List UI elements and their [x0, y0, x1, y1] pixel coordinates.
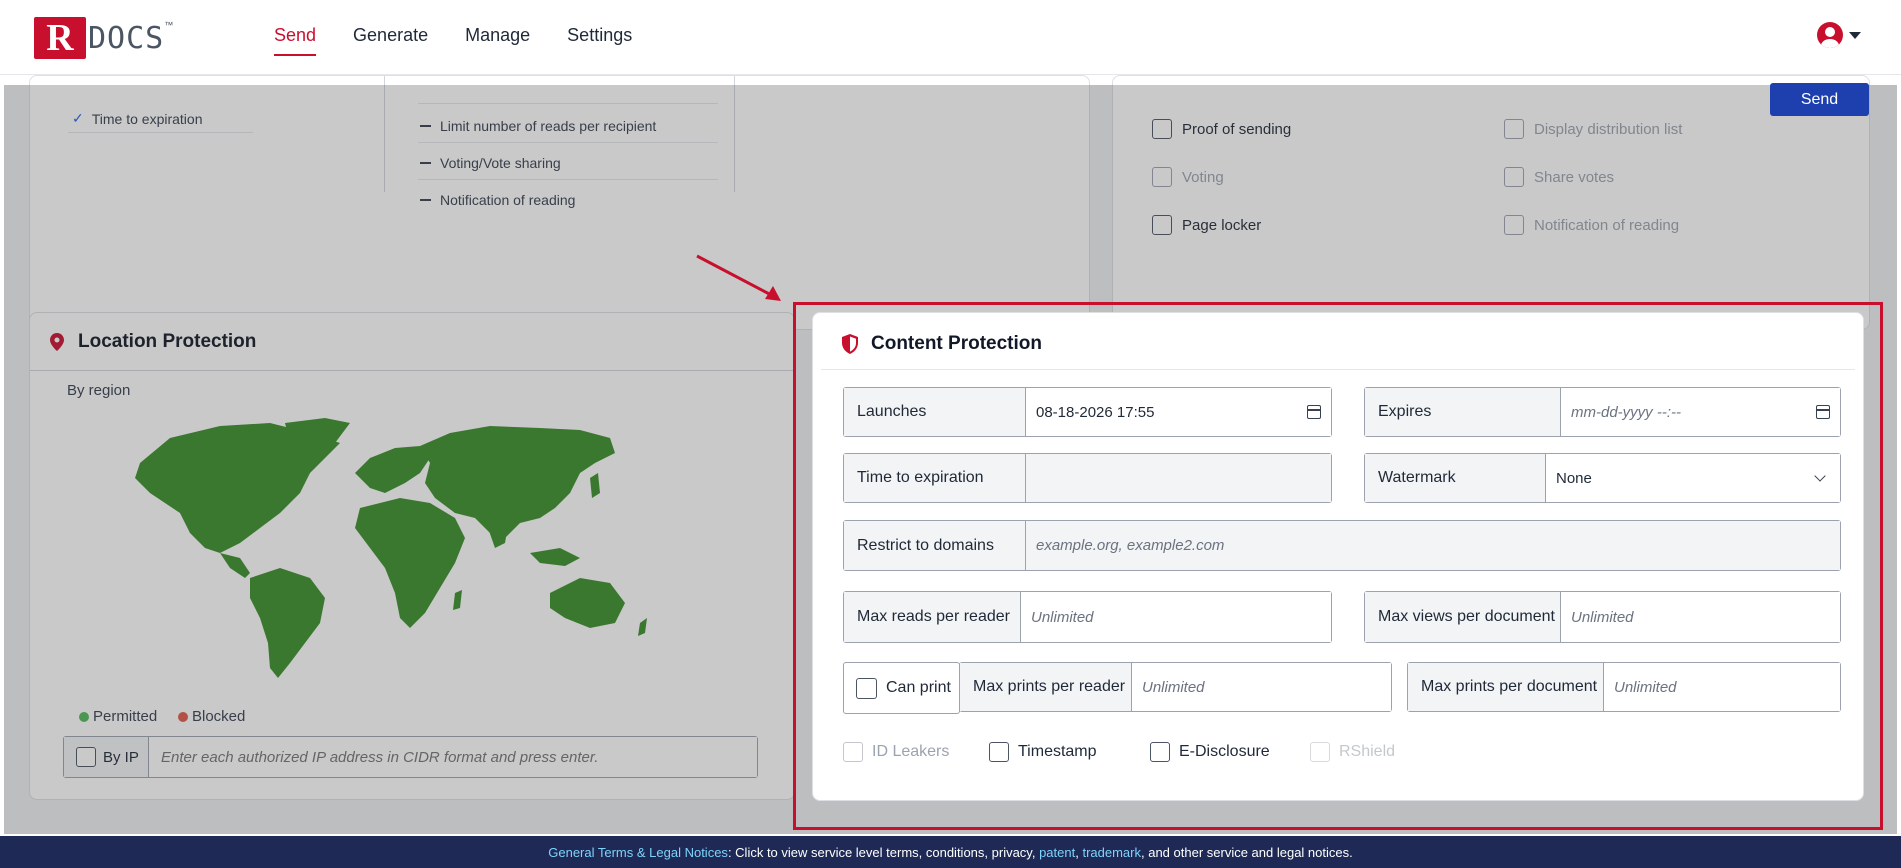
footer-text: : Click to view service level terms, con…: [727, 844, 1040, 860]
checkbox[interactable]: [1504, 119, 1524, 139]
by-ip-group: By IP: [63, 736, 758, 778]
user-menu[interactable]: [1817, 22, 1861, 48]
by-ip-toggle[interactable]: By IP: [64, 737, 149, 777]
feature-label: Notification of reading: [440, 192, 576, 208]
nav-manage[interactable]: Manage: [465, 25, 530, 56]
option-display-distribution-list[interactable]: Display distribution list: [1504, 119, 1682, 139]
map-india: [488, 513, 510, 548]
chevron-down-icon: [1849, 31, 1861, 39]
feature-time-to-expiration[interactable]: ✓ Time to expiration: [72, 110, 202, 127]
map-europe: [355, 446, 430, 493]
feature-notification[interactable]: Notification of reading: [420, 192, 575, 208]
divider: [418, 142, 718, 143]
patent-link[interactable]: patent: [1039, 845, 1075, 860]
legend-label: Permitted: [93, 708, 158, 725]
logo-r-mark: R: [34, 17, 86, 59]
option-label: Voting: [1182, 168, 1224, 186]
option-label: Notification of reading: [1534, 216, 1680, 234]
user-avatar-icon: [1817, 22, 1843, 48]
permitted-dot: [79, 711, 89, 722]
feature-label: Time to expiration: [91, 110, 203, 127]
feature-label: Limit number of reads per recipient: [440, 118, 657, 134]
by-ip-label: By IP: [103, 748, 139, 766]
feature-label: Voting/Vote sharing: [440, 155, 561, 171]
options-card: Proof of sending Voting Page locker Disp…: [1112, 75, 1870, 330]
map-japan: [590, 473, 600, 498]
map-australia: [550, 578, 625, 628]
footer-separator: ,: [1075, 844, 1083, 860]
checkmark-icon: ✓: [72, 110, 84, 126]
divider: [418, 103, 718, 104]
map-madagascar: [453, 590, 462, 610]
checkbox[interactable]: [1152, 167, 1172, 187]
map-new-zealand: [638, 618, 647, 636]
logo-trademark: ™: [164, 20, 174, 30]
card-title-text: Location Protection: [78, 331, 257, 352]
feature-voting[interactable]: Voting/Vote sharing: [420, 155, 561, 171]
world-map[interactable]: [110, 418, 655, 678]
nav-settings[interactable]: Settings: [567, 25, 632, 56]
minus-icon: [420, 162, 431, 164]
option-notification-of-reading[interactable]: Notification of reading: [1504, 215, 1679, 235]
feature-limit-reads[interactable]: Limit number of reads per recipient: [420, 118, 656, 134]
legal-footer: General Terms & Legal Notices : Click to…: [0, 836, 1901, 868]
terms-link[interactable]: General Terms & Legal Notices: [548, 845, 728, 860]
features-card: ✓ Time to expiration Limit number of rea…: [29, 75, 1090, 330]
send-button[interactable]: Send: [1770, 83, 1869, 116]
map-south-america: [250, 568, 325, 678]
option-proof-of-sending[interactable]: Proof of sending: [1152, 119, 1291, 139]
option-voting[interactable]: Voting: [1152, 167, 1224, 187]
by-region-label: By region: [67, 382, 131, 399]
location-protection-card: Location Protection By region Permitted …: [29, 312, 795, 800]
map-africa: [355, 498, 465, 628]
by-ip-checkbox[interactable]: [76, 747, 96, 767]
option-share-votes[interactable]: Share votes: [1504, 167, 1614, 187]
option-label: Display distribution list: [1534, 120, 1683, 138]
annotation-arrow-icon: [696, 254, 781, 301]
divider: [68, 132, 253, 133]
map-central-america: [220, 553, 250, 578]
divider: [418, 179, 718, 180]
divider: [384, 76, 385, 192]
checkbox[interactable]: [1504, 167, 1524, 187]
logo-wordmark: DOCS: [88, 20, 165, 56]
divider: [734, 76, 735, 192]
rdocs-logo[interactable]: R DOCS ™: [34, 16, 173, 60]
checkbox[interactable]: [1504, 215, 1524, 235]
map-pin-icon: [50, 333, 64, 351]
option-page-locker[interactable]: Page locker: [1152, 215, 1261, 235]
divider: [30, 370, 794, 371]
trademark-link[interactable]: trademark: [1082, 845, 1141, 860]
blocked-dot: [178, 711, 188, 722]
option-label: Proof of sending: [1182, 120, 1292, 138]
nav-send[interactable]: Send: [274, 25, 317, 56]
top-navbar: R DOCS ™ Send Generate Manage Settings: [0, 0, 1901, 75]
ip-cidr-input[interactable]: [149, 737, 757, 777]
option-label: Page locker: [1182, 216, 1262, 234]
highlight-frame: [793, 302, 1883, 830]
minus-icon: [420, 199, 431, 201]
location-protection-title: Location Protection: [50, 331, 256, 353]
checkbox[interactable]: [1152, 119, 1172, 139]
legend-label: Blocked: [192, 708, 246, 725]
legend-permitted: Permitted: [79, 708, 157, 725]
main-nav: Send Generate Manage Settings: [274, 25, 632, 56]
map-indonesia: [530, 548, 580, 566]
option-label: Share votes: [1534, 168, 1615, 186]
nav-generate[interactable]: Generate: [353, 25, 428, 56]
footer-text: , and other service and legal notices.: [1141, 844, 1353, 860]
checkbox[interactable]: [1152, 215, 1172, 235]
minus-icon: [420, 125, 431, 127]
legend-blocked: Blocked: [178, 708, 245, 725]
